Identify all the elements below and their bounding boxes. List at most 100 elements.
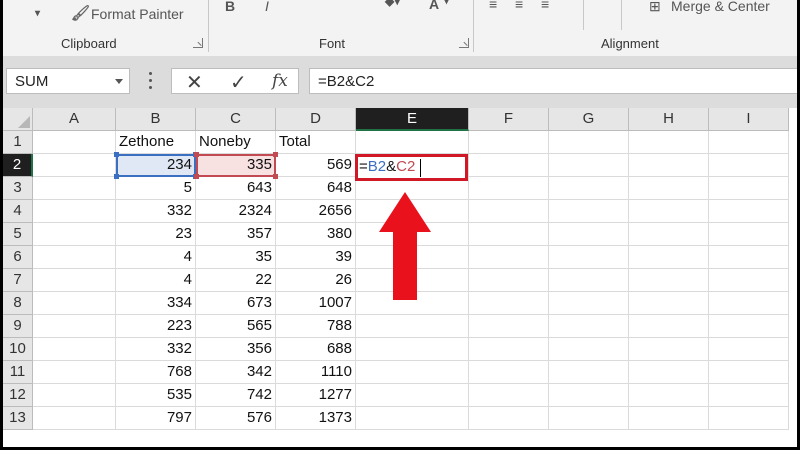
cell-g4[interactable] — [549, 200, 629, 223]
cell-c10[interactable]: 356 — [196, 338, 276, 361]
cell-d5[interactable]: 380 — [276, 223, 356, 246]
cell-i2[interactable] — [709, 154, 789, 177]
row-header-9[interactable]: 9 — [3, 315, 33, 338]
cell-b11[interactable]: 768 — [116, 361, 196, 384]
cell-g2[interactable] — [549, 154, 629, 177]
cell-f3[interactable] — [469, 177, 549, 200]
cell-c2[interactable]: 335 — [196, 154, 276, 177]
cell-e12[interactable] — [356, 384, 469, 407]
cell-h2[interactable] — [629, 154, 709, 177]
row-header-12[interactable]: 12 — [3, 384, 33, 407]
cell-i13[interactable] — [709, 407, 789, 430]
merge-center-button[interactable]: Merge & Center — [671, 0, 770, 14]
cell-d10[interactable]: 688 — [276, 338, 356, 361]
cell-i12[interactable] — [709, 384, 789, 407]
cell-a9[interactable] — [33, 315, 116, 338]
range-resize-handle[interactable] — [273, 152, 278, 157]
column-header-f[interactable]: F — [469, 108, 549, 131]
cell-d13[interactable]: 1373 — [276, 407, 356, 430]
cell-e11[interactable] — [356, 361, 469, 384]
align-right-icon[interactable]: ≡ — [541, 0, 549, 12]
cell-c12[interactable]: 742 — [196, 384, 276, 407]
cell-a3[interactable] — [33, 177, 116, 200]
column-header-c[interactable]: C — [196, 108, 276, 131]
cell-c1[interactable]: Noneby — [196, 131, 276, 154]
cell-a8[interactable] — [33, 292, 116, 315]
cell-c7[interactable]: 22 — [196, 269, 276, 292]
font-launcher-icon[interactable] — [459, 38, 469, 48]
cell-c11[interactable]: 342 — [196, 361, 276, 384]
cell-d1[interactable]: Total — [276, 131, 356, 154]
cell-h4[interactable] — [629, 200, 709, 223]
cell-h1[interactable] — [629, 131, 709, 154]
range-resize-handle[interactable] — [194, 152, 199, 157]
italic-button[interactable]: I — [265, 0, 269, 14]
row-header-6[interactable]: 6 — [3, 246, 33, 269]
cell-g11[interactable] — [549, 361, 629, 384]
cell-h10[interactable] — [629, 338, 709, 361]
cell-e10[interactable] — [356, 338, 469, 361]
cell-h6[interactable] — [629, 246, 709, 269]
range-resize-handle[interactable] — [114, 174, 119, 179]
cell-i8[interactable] — [709, 292, 789, 315]
cell-h7[interactable] — [629, 269, 709, 292]
column-header-a[interactable]: A — [33, 108, 116, 131]
cell-g6[interactable] — [549, 246, 629, 269]
cell-b12[interactable]: 535 — [116, 384, 196, 407]
cell-i9[interactable] — [709, 315, 789, 338]
insert-function-button[interactable]: fx — [272, 71, 288, 91]
cell-d7[interactable]: 26 — [276, 269, 356, 292]
range-resize-handle[interactable] — [194, 174, 199, 179]
clipboard-launcher-icon[interactable] — [193, 38, 203, 48]
cell-e1[interactable] — [356, 131, 469, 154]
cell-g12[interactable] — [549, 384, 629, 407]
cell-b6[interactable]: 4 — [116, 246, 196, 269]
cell-h13[interactable] — [629, 407, 709, 430]
cell-g7[interactable] — [549, 269, 629, 292]
cell-b2[interactable]: 234 — [116, 154, 196, 177]
cell-d2[interactable]: 569 — [276, 154, 356, 177]
cell-c6[interactable]: 35 — [196, 246, 276, 269]
cell-b4[interactable]: 332 — [116, 200, 196, 223]
cell-d8[interactable]: 1007 — [276, 292, 356, 315]
cell-f7[interactable] — [469, 269, 549, 292]
cell-i5[interactable] — [709, 223, 789, 246]
row-header-1[interactable]: 1 — [3, 131, 33, 154]
row-header-7[interactable]: 7 — [3, 269, 33, 292]
cell-b7[interactable]: 4 — [116, 269, 196, 292]
column-header-h[interactable]: H — [629, 108, 709, 131]
cell-h11[interactable] — [629, 361, 709, 384]
column-header-g[interactable]: G — [549, 108, 629, 131]
align-left-icon[interactable]: ≡ — [489, 0, 497, 12]
cell-b13[interactable]: 797 — [116, 407, 196, 430]
cell-d9[interactable]: 788 — [276, 315, 356, 338]
cell-a12[interactable] — [33, 384, 116, 407]
cell-b5[interactable]: 23 — [116, 223, 196, 246]
drag-handle-icon[interactable] — [149, 72, 152, 90]
cell-a13[interactable] — [33, 407, 116, 430]
cell-i4[interactable] — [709, 200, 789, 223]
cell-c5[interactable]: 357 — [196, 223, 276, 246]
cell-b8[interactable]: 334 — [116, 292, 196, 315]
cell-g1[interactable] — [549, 131, 629, 154]
column-header-b[interactable]: B — [116, 108, 196, 131]
cell-g9[interactable] — [549, 315, 629, 338]
row-header-4[interactable]: 4 — [3, 200, 33, 223]
range-resize-handle[interactable] — [273, 174, 278, 179]
row-header-2[interactable]: 2 — [3, 154, 33, 177]
cell-b9[interactable]: 223 — [116, 315, 196, 338]
select-all-button[interactable] — [3, 108, 33, 131]
cell-f11[interactable] — [469, 361, 549, 384]
cell-a1[interactable] — [33, 131, 116, 154]
cell-a2[interactable] — [33, 154, 116, 177]
cell-a5[interactable] — [33, 223, 116, 246]
cell-d6[interactable]: 39 — [276, 246, 356, 269]
range-resize-handle[interactable] — [114, 152, 119, 157]
format-painter-button[interactable]: Format Painter — [91, 6, 184, 22]
active-cell-editor[interactable]: =B2&C2 — [355, 154, 468, 181]
cell-f8[interactable] — [469, 292, 549, 315]
cell-f6[interactable] — [469, 246, 549, 269]
cell-a4[interactable] — [33, 200, 116, 223]
cell-i1[interactable] — [709, 131, 789, 154]
align-center-icon[interactable]: ≡ — [515, 0, 523, 12]
